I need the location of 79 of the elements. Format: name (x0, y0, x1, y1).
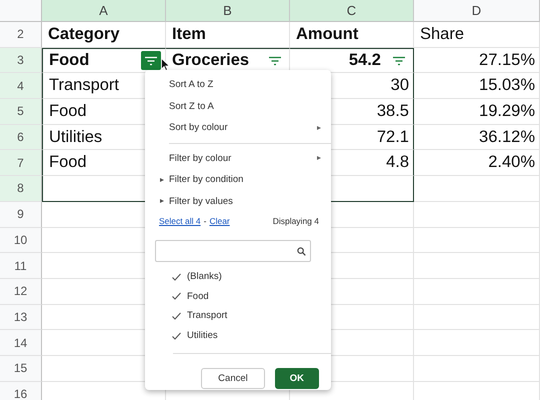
check-icon[interactable] (172, 312, 181, 320)
row-header[interactable]: 4 (0, 73, 42, 100)
cell-text: Share (420, 24, 464, 44)
table-cell[interactable]: Category (42, 22, 166, 48)
column-header[interactable]: C (290, 0, 414, 22)
check-icon[interactable] (172, 272, 181, 281)
table-cell[interactable]: Share (414, 22, 540, 48)
cell-text: 36.12% (479, 128, 535, 147)
table-cell[interactable] (414, 304, 540, 330)
cell-text: 19.29% (479, 102, 535, 121)
column-header[interactable]: A (42, 0, 166, 22)
cell-text: 72.1 (376, 128, 409, 147)
row-header[interactable]: 8 (0, 176, 42, 202)
row-header[interactable]: 3 (0, 48, 42, 74)
cell-text: 38.5 (376, 102, 409, 121)
row-header[interactable]: 7 (0, 150, 42, 176)
row-header[interactable]: 9 (0, 202, 42, 228)
row-header[interactable]: 16 (0, 382, 42, 400)
cell-text: Food (49, 153, 87, 172)
row-header[interactable]: 2 (0, 22, 42, 48)
filter-icon (392, 56, 406, 66)
search-field[interactable] (155, 240, 311, 262)
search-icon (297, 246, 306, 256)
row-header[interactable]: 15 (0, 356, 42, 382)
table-cell[interactable] (414, 202, 540, 228)
row-header[interactable]: 6 (0, 124, 42, 150)
row-header[interactable]: 12 (0, 278, 42, 305)
cell-text: Amount (296, 24, 358, 44)
table-cell[interactable]: 19.29% (414, 99, 540, 125)
cell-text: 15.03% (479, 76, 535, 96)
cancel-button[interactable]: Cancel (201, 368, 265, 390)
cell-text: 2.40% (488, 153, 535, 172)
corner-cell[interactable] (0, 0, 42, 22)
cell-text: Item (172, 24, 206, 44)
table-cell[interactable] (414, 253, 540, 279)
cell-text: 4.8 (386, 153, 409, 172)
row-header[interactable]: 14 (0, 330, 42, 356)
link-separator: - (204, 216, 206, 226)
table-cell[interactable]: 36.12% (414, 124, 540, 150)
cell-text: Groceries (172, 51, 250, 70)
cell-text: 30 (390, 76, 409, 96)
cell-text: 54.2 (348, 51, 381, 70)
value-option[interactable]: Transport (187, 310, 228, 322)
row-header[interactable]: 11 (0, 253, 42, 279)
table-cell[interactable] (414, 228, 540, 254)
table-cell[interactable] (414, 278, 540, 305)
menu-section[interactable]: Filter by values (145, 190, 331, 212)
table-cell[interactable] (414, 356, 540, 382)
row-header[interactable]: 13 (0, 304, 42, 330)
table-cell[interactable]: 15.03% (414, 73, 540, 100)
select-all-link[interactable]: Select all 4 (159, 216, 201, 226)
cell-text: 27.15% (479, 50, 535, 70)
cell-text: Food (49, 51, 90, 70)
column-header[interactable]: B (166, 0, 290, 22)
table-cell[interactable]: Amount (290, 22, 414, 48)
displaying-count: Displaying 4 (272, 216, 319, 226)
value-option[interactable]: (Blanks) (187, 271, 222, 282)
filter-icon (268, 56, 282, 66)
table-cell[interactable] (414, 330, 540, 356)
cell-text: Food (49, 102, 87, 121)
table-cell[interactable]: 27.15% (414, 48, 540, 74)
check-icon[interactable] (172, 292, 181, 300)
cell-text: Transport (49, 76, 119, 96)
column-header[interactable]: D (414, 0, 540, 22)
value-option[interactable]: Utilities (187, 330, 218, 342)
ok-button[interactable]: OK (274, 368, 319, 390)
filter-icon (144, 56, 158, 66)
table-cell[interactable]: 2.40% (414, 150, 540, 176)
clear-link[interactable]: Clear (209, 216, 230, 226)
table-cell[interactable]: Food (42, 48, 166, 74)
table-cell[interactable]: Item (166, 22, 290, 48)
filter-button[interactable] (141, 51, 161, 70)
table-cell[interactable] (414, 176, 540, 202)
row-header[interactable]: 10 (0, 228, 42, 254)
check-icon[interactable] (172, 332, 181, 340)
value-option[interactable]: Food (187, 290, 209, 302)
cell-text: Category (48, 24, 120, 44)
cell-text: Utilities (49, 128, 102, 147)
row-header[interactable]: 5 (0, 99, 42, 125)
